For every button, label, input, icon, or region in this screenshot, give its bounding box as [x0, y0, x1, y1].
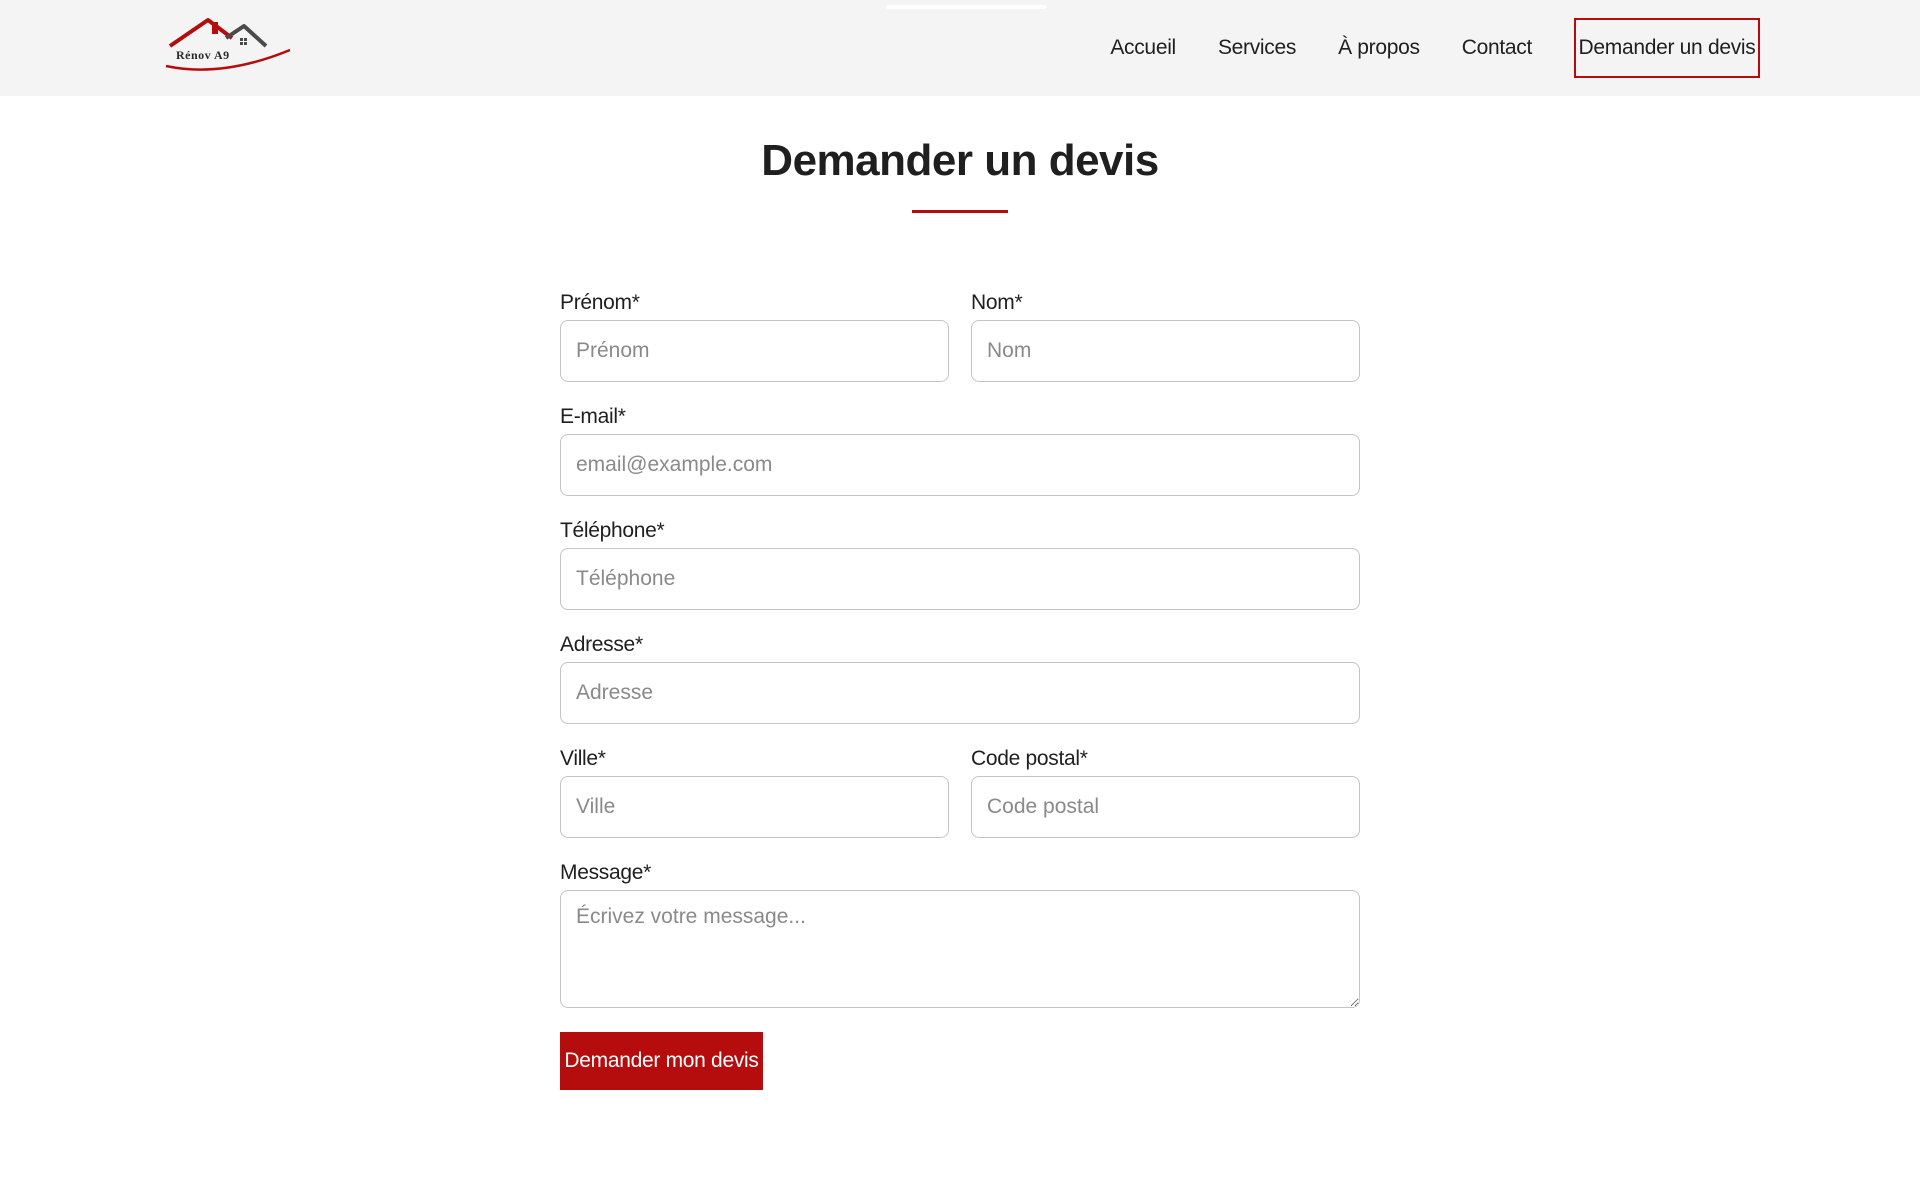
submit-quote-button[interactable]: Demander mon devis — [560, 1032, 763, 1090]
telephone-input[interactable] — [560, 548, 1360, 610]
prenom-label: Prénom* — [560, 291, 640, 314]
message-textarea[interactable] — [560, 890, 1360, 1008]
ville-label: Ville* — [560, 747, 606, 770]
site-header: Rénov A9 Accueil Services À propos Conta… — [0, 0, 1920, 96]
field-ville: Ville* — [560, 744, 949, 838]
title-underline — [912, 210, 1008, 213]
email-input[interactable] — [560, 434, 1360, 496]
prenom-input[interactable] — [560, 320, 949, 382]
email-label: E-mail* — [560, 405, 626, 428]
nom-label: Nom* — [971, 291, 1023, 314]
nom-input[interactable] — [971, 320, 1360, 382]
nav-link-accueil[interactable]: Accueil — [1110, 36, 1176, 60]
nav-link-services[interactable]: Services — [1218, 36, 1296, 60]
nav-link-a-propos[interactable]: À propos — [1338, 36, 1420, 60]
adresse-label: Adresse* — [560, 633, 643, 656]
field-code-postal: Code postal* — [971, 744, 1360, 838]
telephone-label: Téléphone* — [560, 519, 665, 542]
field-message: Message* — [560, 858, 1360, 1008]
field-prenom: Prénom* — [560, 288, 949, 382]
ville-input[interactable] — [560, 776, 949, 838]
adresse-input[interactable] — [560, 662, 1360, 724]
code-postal-label: Code postal* — [971, 747, 1088, 770]
page-title: Demander un devis — [761, 136, 1159, 185]
code-postal-input[interactable] — [971, 776, 1360, 838]
house-roof-logo-icon — [165, 18, 291, 71]
logo-text: Rénov A9 — [176, 48, 230, 62]
message-label: Message* — [560, 861, 651, 884]
field-adresse: Adresse* — [560, 630, 1360, 724]
field-email: E-mail* — [560, 402, 1360, 496]
field-nom: Nom* — [971, 288, 1360, 382]
page: Rénov A9 Accueil Services À propos Conta… — [0, 0, 1920, 1200]
nav-quote-button[interactable]: Demander un devis — [1574, 18, 1760, 78]
main-nav: Accueil Services À propos Contact Demand… — [1110, 16, 1760, 80]
field-telephone: Téléphone* — [560, 516, 1360, 610]
nav-link-contact[interactable]: Contact — [1462, 36, 1533, 60]
scroll-indicator — [886, 5, 1046, 9]
brand-logo[interactable]: Rénov A9 — [162, 16, 294, 78]
